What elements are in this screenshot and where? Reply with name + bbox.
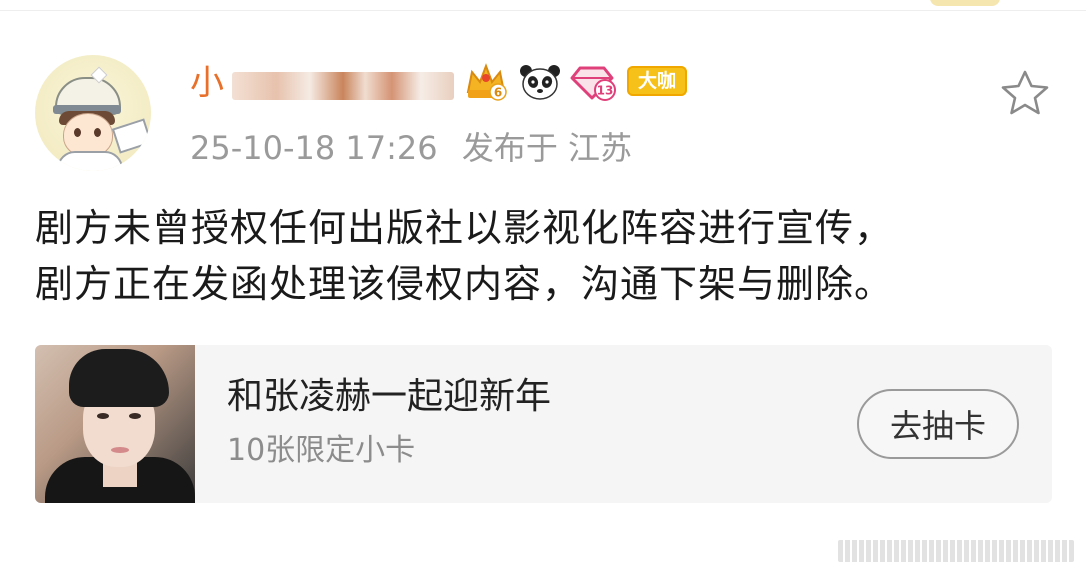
post-location: 发布于 江苏 — [461, 129, 632, 167]
thumbnail-hair — [69, 349, 169, 407]
top-divider — [0, 10, 1086, 11]
avatar[interactable] — [35, 55, 151, 171]
thumbnail-lips — [111, 447, 129, 453]
daka-badge[interactable]: 大咖 — [627, 66, 687, 96]
panda-badge-icon[interactable] — [518, 62, 562, 102]
avatar-letter — [111, 118, 151, 154]
username-redaction — [232, 72, 454, 100]
top-decoration — [930, 0, 1000, 6]
diamond-badge-icon[interactable]: 13 — [570, 62, 618, 102]
avatar-body — [57, 151, 123, 171]
username[interactable]: 小 — [190, 60, 224, 106]
card-subtitle: 10张限定小卡 — [227, 433, 416, 468]
crown-badge-icon[interactable]: 6 — [464, 62, 508, 102]
star-outline-icon[interactable] — [998, 68, 1052, 118]
draw-card-button[interactable]: 去抽卡 — [857, 389, 1019, 459]
post-body: 剧方未曾授权任何出版社以影视化阵容进行宣传， 剧方正在发函处理该侵权内容，沟通下… — [35, 200, 1055, 312]
post-meta: 25-10-18 17:26 发布于 江苏 — [190, 126, 632, 170]
card-title: 和张凌赫一起迎新年 — [227, 376, 552, 417]
username-prefix: 小 — [190, 63, 224, 103]
diamond-level-text: 13 — [597, 84, 614, 98]
post-body-line: 剧方正在发函处理该侵权内容，沟通下架与删除。 — [35, 262, 894, 306]
crown-level-text: 6 — [494, 86, 502, 100]
thumbnail-eye — [129, 413, 141, 419]
card-thumbnail — [35, 345, 195, 503]
watermark — [838, 540, 1074, 562]
thumbnail-eye — [97, 413, 109, 419]
avatar-eye — [74, 128, 81, 137]
post-body-line: 剧方未曾授权任何出版社以影视化阵容进行宣传， — [35, 206, 894, 250]
post-timestamp: 25-10-18 17:26 — [190, 129, 438, 167]
promo-card[interactable]: 和张凌赫一起迎新年 10张限定小卡 去抽卡 — [35, 345, 1052, 503]
avatar-eye — [94, 128, 101, 137]
